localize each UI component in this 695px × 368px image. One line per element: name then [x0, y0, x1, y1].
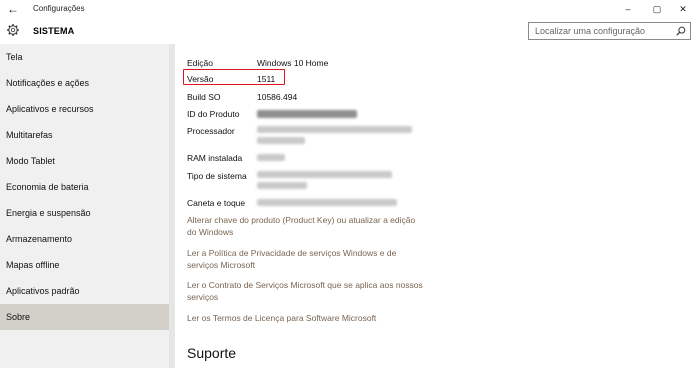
- product-id-value-blurred: [257, 110, 357, 118]
- maximize-button[interactable]: ▢: [649, 2, 665, 16]
- close-button[interactable]: ✕: [675, 2, 691, 16]
- sidebar-item-energia[interactable]: Energia e suspensão: [0, 200, 169, 226]
- sidebar-item-label: Mapas offline: [6, 260, 60, 270]
- ram-label: RAM instalada: [187, 153, 243, 163]
- processor-label: Processador: [187, 126, 235, 136]
- system-type-label: Tipo de sistema: [187, 171, 247, 181]
- processor-value-blurred-line2: [257, 137, 305, 144]
- sidebar-item-label: Modo Tablet: [6, 156, 55, 166]
- version-highlight-box: [183, 69, 285, 85]
- pen-touch-value-blurred: [257, 199, 397, 206]
- change-product-key-link[interactable]: Alterar chave do produto (Product Key) o…: [187, 215, 427, 238]
- services-agreement-link[interactable]: Ler o Contrato de Serviços Microsoft que…: [187, 280, 427, 303]
- sidebar-item-aplicativos-padrao[interactable]: Aplicativos padrão: [0, 278, 169, 304]
- edition-label: Edição: [187, 58, 213, 68]
- product-id-label: ID do Produto: [187, 109, 240, 119]
- search-icon[interactable]: [676, 26, 686, 36]
- sidebar-item-tela[interactable]: Tela: [0, 44, 169, 70]
- sidebar: Tela Notificações e ações Aplicativos e …: [0, 44, 169, 368]
- search-input[interactable]: Localizar uma configuração: [528, 22, 691, 40]
- build-value: 10586.494: [257, 92, 298, 102]
- sidebar-item-label: Aplicativos e recursos: [6, 104, 94, 114]
- sidebar-item-multitarefas[interactable]: Multitarefas: [0, 122, 169, 148]
- window-title: Configurações: [33, 4, 85, 13]
- sidebar-item-mapas-offline[interactable]: Mapas offline: [0, 252, 169, 278]
- sidebar-item-label: Tela: [6, 52, 23, 62]
- sidebar-item-label: Aplicativos padrão: [6, 286, 80, 296]
- license-terms-link[interactable]: Ler os Termos de Licença para Software M…: [187, 313, 447, 325]
- back-arrow-icon[interactable]: ←: [6, 2, 20, 16]
- sidebar-item-label: Sobre: [6, 312, 31, 322]
- system-type-value-blurred: [257, 171, 392, 178]
- privacy-policy-link[interactable]: Ler a Política de Privacidade de serviço…: [187, 248, 427, 271]
- system-type-value-blurred-line2: [257, 182, 307, 189]
- sidebar-item-modo-tablet[interactable]: Modo Tablet: [0, 148, 169, 174]
- pen-touch-label: Caneta e toque: [187, 198, 246, 208]
- scrollbar[interactable]: [169, 44, 175, 368]
- ram-value-blurred: [257, 154, 285, 161]
- processor-value-blurred: [257, 126, 412, 133]
- search-placeholder: Localizar uma configuração: [535, 26, 646, 36]
- sidebar-item-label: Economia de bateria: [6, 182, 89, 192]
- sidebar-item-aplicativos[interactable]: Aplicativos e recursos: [0, 96, 169, 122]
- sidebar-item-label: Armazenamento: [6, 234, 73, 244]
- minimize-button[interactable]: –: [620, 2, 636, 16]
- sidebar-item-label: Multitarefas: [6, 130, 53, 140]
- sidebar-item-armazenamento[interactable]: Armazenamento: [0, 226, 169, 252]
- gear-icon: [7, 24, 19, 36]
- sidebar-item-sobre[interactable]: Sobre: [0, 304, 169, 330]
- build-label: Build SO: [187, 92, 221, 102]
- support-heading: Suporte: [187, 345, 237, 361]
- sidebar-item-label: Energia e suspensão: [6, 208, 91, 218]
- section-title: SISTEMA: [33, 26, 75, 36]
- edition-value: Windows 10 Home: [257, 58, 329, 68]
- sidebar-item-label: Notificações e ações: [6, 78, 90, 88]
- sidebar-item-notificacoes[interactable]: Notificações e ações: [0, 70, 169, 96]
- sidebar-item-economia-bateria[interactable]: Economia de bateria: [0, 174, 169, 200]
- title-bar: ← Configurações – ▢ ✕: [0, 0, 695, 18]
